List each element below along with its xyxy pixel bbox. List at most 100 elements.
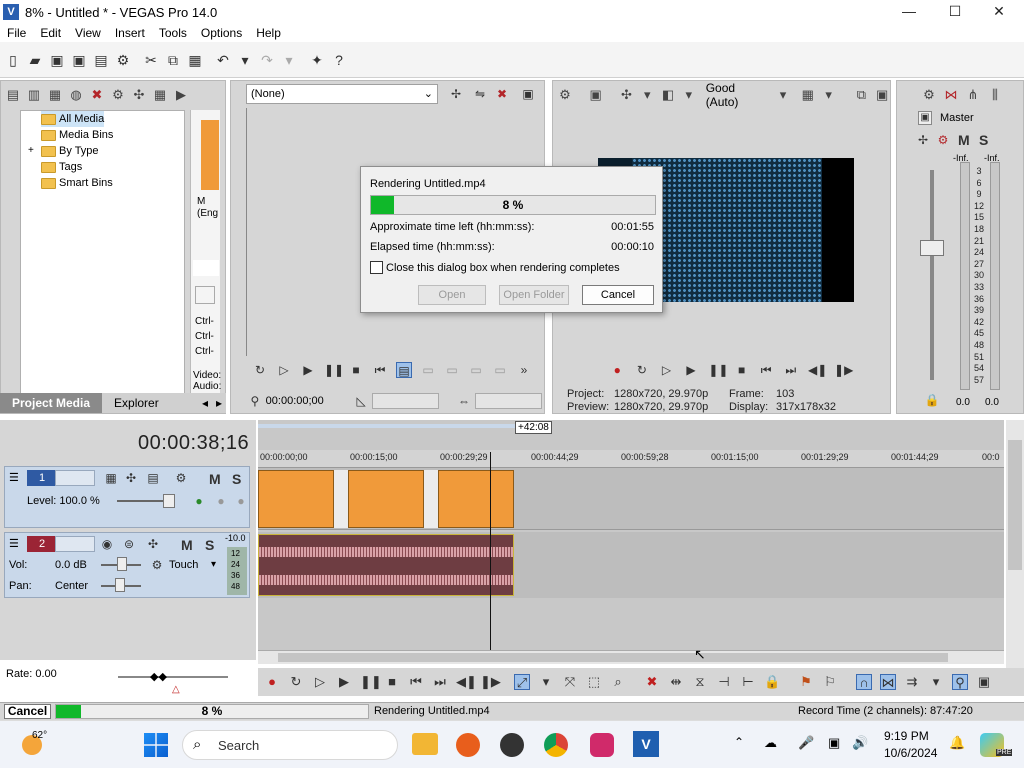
delete-icon[interactable]: ✖ xyxy=(644,674,660,690)
go-start-icon[interactable]: ⏮ xyxy=(408,674,424,690)
track-collapse-icon[interactable]: ☰ xyxy=(9,537,19,550)
media-fx-icon[interactable]: ✣ xyxy=(131,87,147,103)
web-media-icon[interactable]: ◍ xyxy=(68,87,84,103)
ripple-edit-icon[interactable]: ⇉ xyxy=(904,674,920,690)
trimmer-tool-icon[interactable]: ✢ xyxy=(448,86,464,102)
go-end-icon[interactable]: ⏭ xyxy=(783,362,798,378)
lock-icon[interactable]: 🔒 xyxy=(764,674,780,690)
video-track-solo[interactable]: S xyxy=(232,471,241,487)
tab-scroll-right-icon[interactable]: ▸ xyxy=(212,396,226,410)
video-clip[interactable] xyxy=(438,470,514,528)
play-icon[interactable]: ▶ xyxy=(336,674,352,690)
save-icon[interactable]: ▣ xyxy=(48,51,66,69)
go-start-icon[interactable]: ⏮ xyxy=(372,362,388,378)
menu-view[interactable]: View xyxy=(68,26,108,40)
master-mute[interactable]: M xyxy=(958,132,970,148)
track-motion-icon[interactable]: ✣ xyxy=(145,536,161,552)
next-frame-icon[interactable]: ❚▶ xyxy=(480,674,501,690)
render-icon[interactable]: ▤ xyxy=(92,51,110,69)
open-icon[interactable]: ▰ xyxy=(26,51,44,69)
trim-end-icon[interactable]: ⊢ xyxy=(740,674,756,690)
undo-icon[interactable]: ↶ xyxy=(214,51,232,69)
split-screen-icon[interactable]: ✣ xyxy=(619,87,635,103)
vegas-taskbar-icon[interactable]: V xyxy=(633,731,659,757)
parent-icon[interactable]: ● xyxy=(213,493,229,509)
copy-snapshot-icon[interactable]: ⧉ xyxy=(853,87,869,103)
region-icon[interactable]: ⚐ xyxy=(822,674,838,690)
master-pan-icon[interactable]: ✢ xyxy=(915,132,931,148)
video-track-mute[interactable]: M xyxy=(209,471,221,487)
playhead-cursor[interactable] xyxy=(490,452,491,650)
audio-track-mute[interactable]: M xyxy=(181,537,193,553)
track-properties-icon[interactable]: ⚙ xyxy=(173,470,189,486)
child-icon[interactable]: ● xyxy=(233,493,249,509)
taskbar-search[interactable]: ⌕ Search xyxy=(182,730,398,760)
loop-icon[interactable]: ↻ xyxy=(252,362,268,378)
audio-clip[interactable] xyxy=(258,534,514,596)
trimmer-tool-icon[interactable]: ⇋ xyxy=(472,86,488,102)
menu-file[interactable]: File xyxy=(0,26,33,40)
audio-track-solo[interactable]: S xyxy=(205,537,214,553)
play-icon[interactable]: ▶ xyxy=(684,362,699,378)
vol-slider-knob[interactable] xyxy=(117,557,127,571)
notification-bell-icon[interactable]: 🔔 xyxy=(949,735,965,751)
zoom-tool-icon[interactable]: ⌕ xyxy=(610,674,626,690)
video-clip[interactable] xyxy=(348,470,424,528)
expand-icon[interactable]: + xyxy=(28,145,34,156)
video-track-name[interactable] xyxy=(55,470,95,486)
prev-frame-icon[interactable]: ◀❚ xyxy=(456,674,477,690)
prev-frame-icon[interactable]: ◀❚ xyxy=(808,362,827,378)
master-fx-chain-icon[interactable]: ⚙ xyxy=(935,132,951,148)
properties-icon[interactable]: ⚙ xyxy=(114,51,132,69)
open-folder-button[interactable]: Open Folder xyxy=(499,285,569,305)
composite-mode-icon[interactable]: ● xyxy=(191,493,207,509)
timeline-horizontal-scrollbar[interactable] xyxy=(258,650,1004,664)
minimize-button[interactable]: — xyxy=(886,0,932,24)
go-start-icon[interactable]: ⏮ xyxy=(759,362,774,378)
pan-slider-knob[interactable] xyxy=(115,578,125,592)
normal-edit-tool-icon[interactable]: ⤢ xyxy=(514,674,530,690)
paste-icon[interactable]: ▦ xyxy=(186,51,204,69)
save-snapshot-icon[interactable]: ▣ xyxy=(874,87,890,103)
trim-icon[interactable]: ⇹ xyxy=(668,674,684,690)
downmix-icon[interactable]: ⋔ xyxy=(965,87,981,103)
scrollbar-thumb[interactable] xyxy=(278,653,948,662)
chevron-down-icon[interactable]: ▾ xyxy=(681,87,697,103)
import-media-icon[interactable]: ▤ xyxy=(5,87,21,103)
dim-icon[interactable]: ⫼ xyxy=(987,87,1003,103)
scrollbar-thumb[interactable] xyxy=(1008,440,1022,570)
loop-icon[interactable]: ↻ xyxy=(635,362,650,378)
tree-item-by-type[interactable]: By Type xyxy=(41,143,99,159)
firefox-icon[interactable] xyxy=(456,733,480,757)
trim-add-icon[interactable]: ▭ xyxy=(420,362,436,378)
tree-item-tags[interactable]: Tags xyxy=(41,159,82,175)
menu-insert[interactable]: Insert xyxy=(108,26,152,40)
get-media-icon[interactable]: ▦ xyxy=(47,87,63,103)
marker-icon[interactable]: ⚑ xyxy=(798,674,814,690)
network-icon[interactable]: ☁ xyxy=(764,735,777,751)
play-from-start-icon[interactable]: ▷ xyxy=(312,674,328,690)
menu-help[interactable]: Help xyxy=(249,26,288,40)
trimmer-views-icon[interactable]: ▣ xyxy=(520,86,536,102)
trim-mode-icon[interactable]: ▤ xyxy=(396,362,412,378)
trim-add-icon[interactable]: ▭ xyxy=(492,362,508,378)
show-hidden-icons-icon[interactable]: ⌃ xyxy=(734,735,744,749)
in-marker-icon[interactable]: ◺ xyxy=(354,393,368,409)
master-solo[interactable]: S xyxy=(979,132,988,148)
tree-item-smart-bins[interactable]: Smart Bins xyxy=(41,175,113,191)
copy-icon[interactable]: ⧉ xyxy=(164,51,182,69)
trimmer-in-box[interactable] xyxy=(371,393,440,409)
more-icon[interactable]: » xyxy=(516,362,532,378)
stop-icon[interactable]: ■ xyxy=(734,362,749,378)
track-motion-icon[interactable]: ✣ xyxy=(123,470,139,486)
record-icon[interactable]: ● xyxy=(264,674,280,690)
video-clip[interactable] xyxy=(258,470,334,528)
split-icon[interactable]: ⧖ xyxy=(692,674,708,690)
undo-dropdown-icon[interactable]: ▾ xyxy=(236,51,254,69)
clock-time[interactable]: 9:19 PM xyxy=(884,729,929,743)
help-icon[interactable]: ? xyxy=(330,51,348,69)
cut-icon[interactable]: ✂ xyxy=(142,51,160,69)
new-file-icon[interactable]: ▯ xyxy=(4,51,22,69)
media-thumbnail[interactable] xyxy=(201,120,219,190)
envelope-tool-icon[interactable]: ⤧ xyxy=(562,674,578,690)
